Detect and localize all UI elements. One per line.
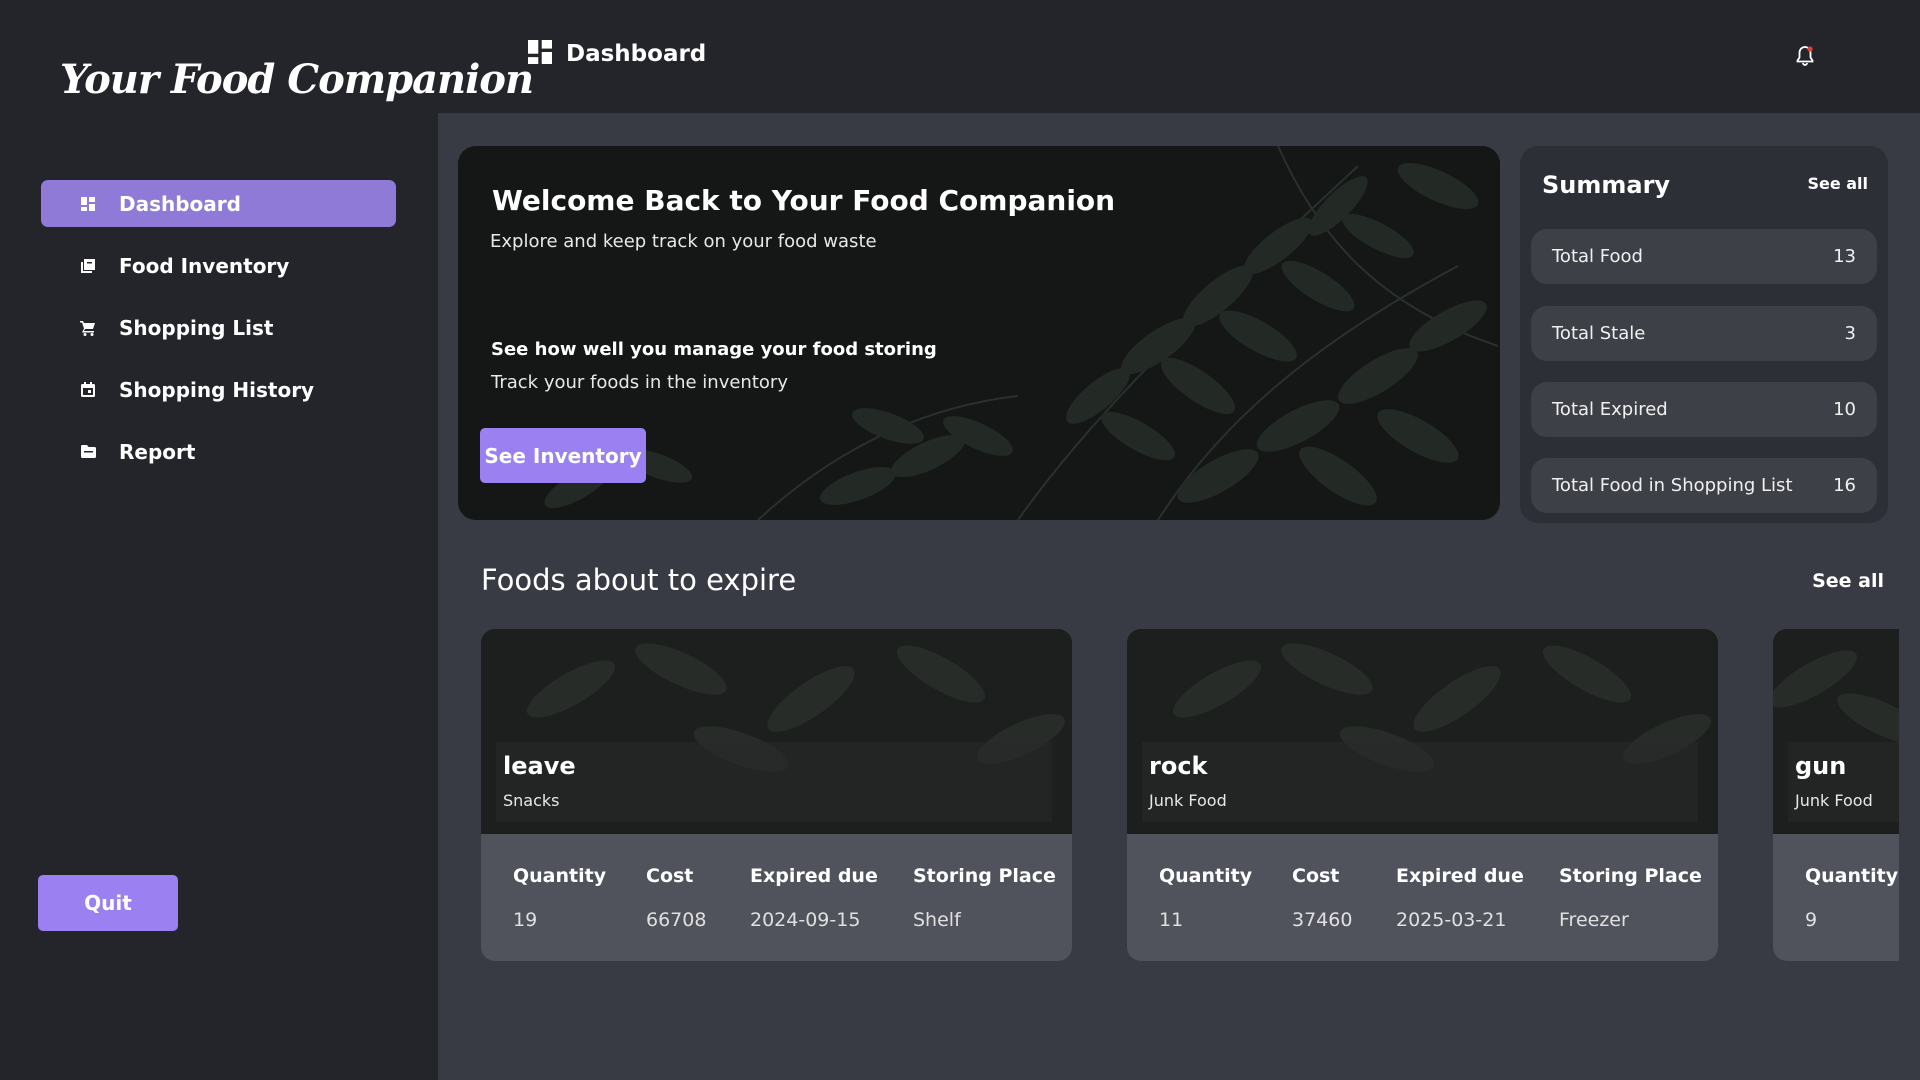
food-category: Junk Food [1149, 791, 1227, 810]
page-header: Dashboard [528, 40, 706, 68]
manage-subtitle: Track your foods in the inventory [491, 372, 788, 393]
summary-row-value: 13 [1833, 246, 1856, 267]
summary-row-total-food: Total Food 13 [1531, 229, 1877, 284]
food-storing-place: Freezer [1559, 909, 1629, 931]
folder-icon [80, 444, 96, 460]
sidebar-nav: Dashboard Food Inventory Shopping List S… [41, 180, 396, 490]
summary-row-label: Total Food [1552, 246, 1643, 267]
food-card[interactable]: gun Junk Food Quantity 9 [1773, 629, 1899, 961]
food-card[interactable]: rock Junk Food Quantity 11 Cost 37460 Ex… [1127, 629, 1718, 961]
see-inventory-button[interactable]: See Inventory [480, 428, 646, 483]
food-quantity: 11 [1159, 909, 1184, 931]
expiring-section-title: Foods about to expire [481, 563, 797, 597]
food-cost: 37460 [1292, 909, 1353, 931]
sidebar-item-label: Shopping History [119, 377, 315, 402]
sidebar-item-label: Report [119, 439, 196, 464]
quit-button[interactable]: Quit [38, 875, 178, 931]
summary-see-all-link[interactable]: See all [1807, 174, 1868, 193]
column-header-storing-place: Storing Place [1559, 865, 1702, 887]
food-category: Snacks [503, 791, 560, 810]
dashboard-icon [528, 40, 552, 68]
column-header-quantity: Quantity [1159, 865, 1253, 887]
welcome-subtitle: Explore and keep track on your food wast… [490, 231, 877, 252]
food-storing-place: Shelf [913, 909, 961, 931]
welcome-banner: Welcome Back to Your Food Companion Expl… [458, 146, 1500, 520]
expiring-see-all-link[interactable]: See all [1812, 570, 1884, 592]
food-card[interactable]: leave Snacks Quantity 19 Cost 66708 Expi… [481, 629, 1072, 961]
summary-row-label: Total Stale [1552, 323, 1646, 344]
column-header-cost: Cost [1292, 865, 1340, 887]
inventory-icon [80, 258, 96, 274]
food-name: gun [1795, 752, 1847, 780]
food-cost: 66708 [646, 909, 707, 931]
sidebar-item-shopping-list[interactable]: Shopping List [41, 304, 396, 351]
summary-panel: Summary See all Total Food 13 Total Stal… [1520, 146, 1888, 523]
summary-row-total-stale: Total Stale 3 [1531, 306, 1877, 361]
food-quantity: 19 [513, 909, 538, 931]
sidebar-item-shopping-history[interactable]: Shopping History [41, 366, 396, 413]
manage-heading: See how well you manage your food storin… [491, 339, 937, 360]
cart-icon [80, 320, 96, 336]
column-header-storing-place: Storing Place [913, 865, 1056, 887]
summary-row-total-shopping-list: Total Food in Shopping List 16 [1531, 458, 1877, 513]
main-content: Welcome Back to Your Food Companion Expl… [438, 113, 1920, 1080]
food-quantity: 9 [1805, 909, 1818, 931]
dashboard-icon [80, 196, 96, 212]
food-name: leave [503, 752, 576, 780]
column-header-expired-due: Expired due [1396, 865, 1524, 887]
sidebar-item-report[interactable]: Report [41, 428, 396, 475]
sidebar-item-dashboard[interactable]: Dashboard [41, 180, 396, 227]
food-expired-due: 2025-03-21 [1396, 909, 1507, 931]
bell-icon[interactable] [1795, 45, 1815, 71]
food-category: Junk Food [1795, 791, 1873, 810]
column-header-quantity: Quantity [513, 865, 607, 887]
calendar-icon [80, 382, 96, 398]
summary-row-total-expired: Total Expired 10 [1531, 382, 1877, 437]
summary-row-label: Total Food in Shopping List [1552, 475, 1793, 496]
summary-row-value: 16 [1833, 475, 1856, 496]
column-header-quantity: Quantity [1805, 865, 1899, 887]
app-logo: Your Food Companion [60, 56, 534, 103]
summary-row-value: 10 [1833, 399, 1856, 420]
welcome-title: Welcome Back to Your Food Companion [492, 184, 1116, 217]
sidebar-item-label: Dashboard [119, 191, 241, 216]
sidebar: Your Food Companion Dashboard Food Inven… [0, 0, 534, 1080]
page-title: Dashboard [566, 41, 707, 67]
sidebar-item-label: Shopping List [119, 315, 274, 340]
sidebar-item-label: Food Inventory [119, 253, 290, 278]
column-header-expired-due: Expired due [750, 865, 878, 887]
summary-row-label: Total Expired [1552, 399, 1668, 420]
summary-title: Summary [1542, 171, 1671, 199]
column-header-cost: Cost [646, 865, 694, 887]
expiring-cards-carousel[interactable]: leave Snacks Quantity 19 Cost 66708 Expi… [481, 629, 1899, 964]
food-expired-due: 2024-09-15 [750, 909, 861, 931]
food-name: rock [1149, 752, 1208, 780]
sidebar-item-food-inventory[interactable]: Food Inventory [41, 242, 396, 289]
summary-row-value: 3 [1844, 323, 1856, 344]
